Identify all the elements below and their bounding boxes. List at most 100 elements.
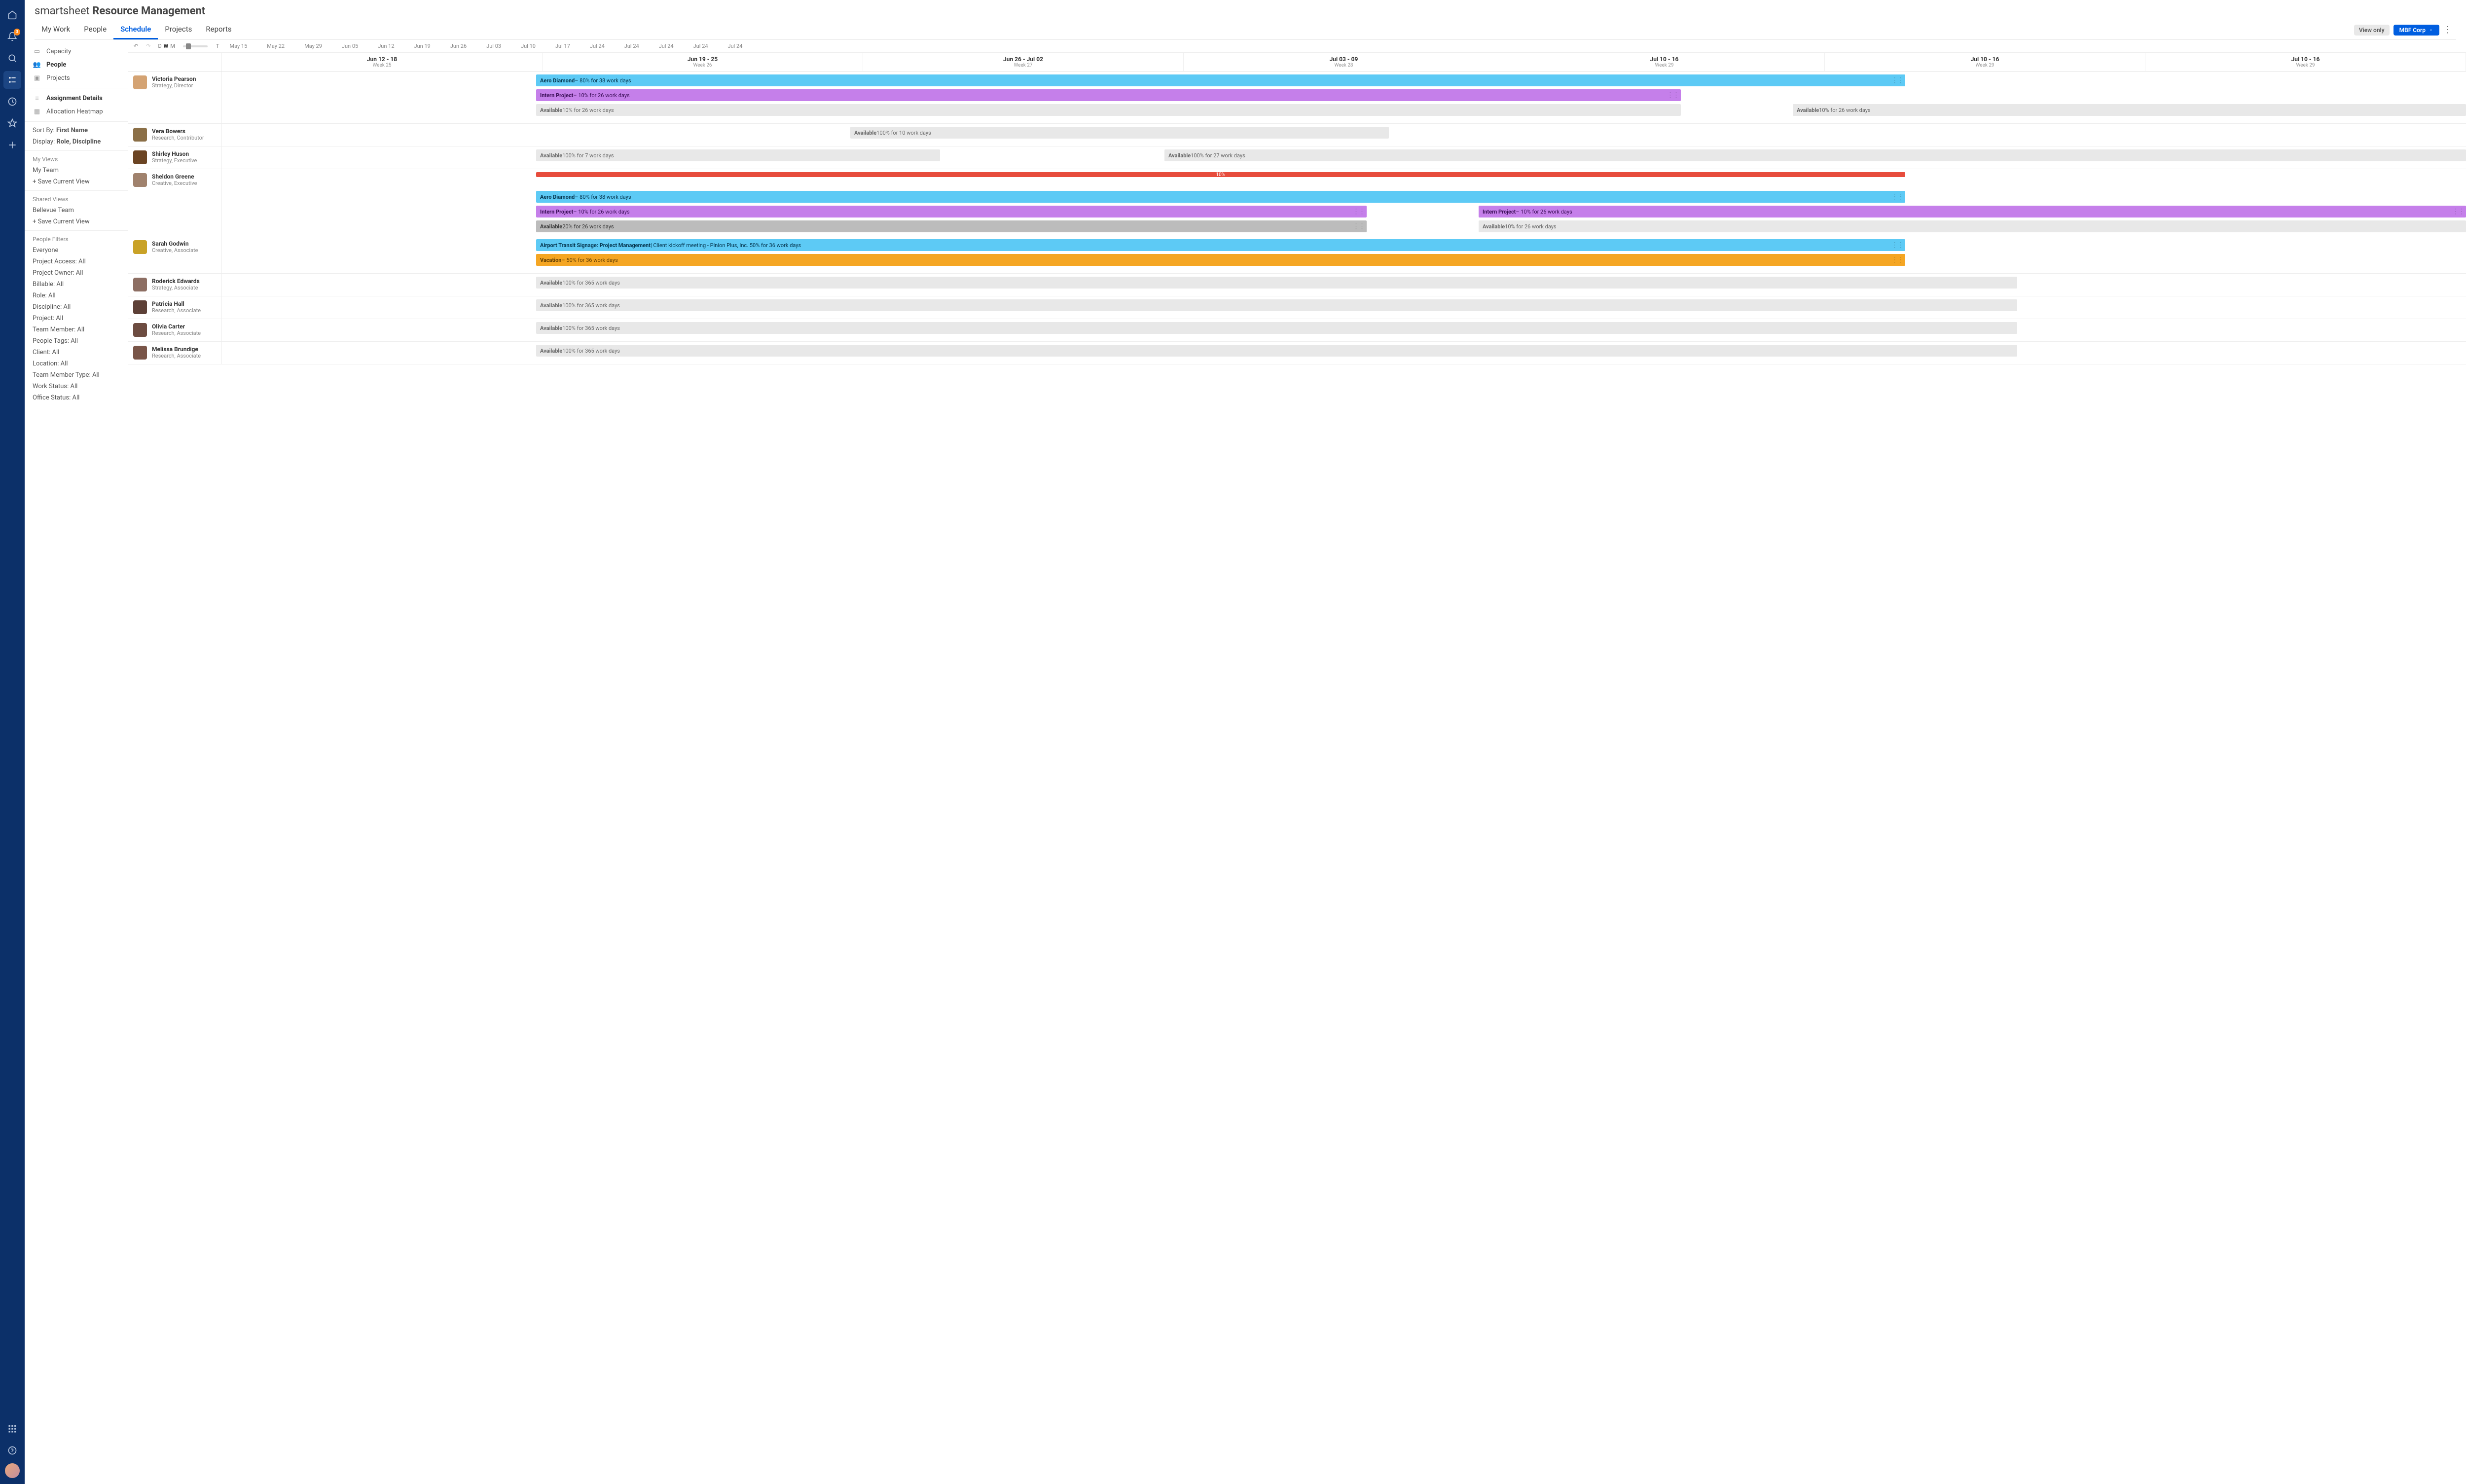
rail-home[interactable] <box>3 6 21 24</box>
week-column[interactable]: Jun 12 - 18Week 25 <box>222 53 543 71</box>
tab-people[interactable]: People <box>77 20 113 39</box>
rail-add[interactable] <box>3 136 21 154</box>
sidebar-assignment-details[interactable]: ≡Assignment Details <box>25 91 128 105</box>
bars-area: Available 100% for 365 work days <box>222 342 2466 364</box>
drag-handle-icon[interactable]: ⋮⋮ <box>1891 256 1903 264</box>
my-views-item[interactable]: My Team <box>25 165 128 176</box>
rail-recents[interactable] <box>3 93 21 110</box>
assignment-bar[interactable]: Available 10% for 26 work days <box>1793 104 2466 116</box>
person-info[interactable]: Victoria PearsonStrategy, Director <box>128 72 222 123</box>
tab-reports[interactable]: Reports <box>199 20 238 39</box>
zoom-D[interactable]: D <box>157 43 162 49</box>
assignment-bar[interactable]: Available 100% for 365 work days <box>536 322 2017 334</box>
week-column[interactable]: Jul 03 - 09Week 28 <box>1184 53 1504 71</box>
drag-handle-icon[interactable]: ⋮⋮ <box>1667 91 1679 99</box>
undo-button[interactable]: ↶ <box>132 43 140 49</box>
rail-resource-management[interactable] <box>3 71 21 89</box>
people-filter-item[interactable]: Project Owner: All <box>25 267 128 279</box>
people-filter-item[interactable]: Team Member Type: All <box>25 369 128 381</box>
rail-user-avatar[interactable] <box>5 1463 20 1478</box>
assignment-bar[interactable]: Vacation – 50% for 36 work days⋮⋮ <box>536 254 1905 266</box>
rail-favorites[interactable] <box>3 114 21 132</box>
assignment-bar[interactable]: Available 10% for 26 work days <box>536 104 1681 116</box>
sort-by[interactable]: Sort By: First Name <box>25 125 128 136</box>
people-filter-item[interactable]: Team Member: All <box>25 324 128 335</box>
assignment-bar[interactable]: Intern Project – 10% for 26 work days⋮⋮ <box>536 89 1681 101</box>
assignment-bar[interactable]: Available 100% for 365 work days <box>536 277 2017 289</box>
date-tick: Jul 24 <box>624 43 639 49</box>
sidebar-capacity[interactable]: ▭Capacity <box>25 45 128 58</box>
drag-handle-icon[interactable]: ⋮⋮ <box>2452 208 2464 216</box>
people-filter-item[interactable]: Everyone <box>25 245 128 256</box>
person-info[interactable]: Sarah GodwinCreative, Associate <box>128 236 222 273</box>
assignment-bar[interactable]: 10% <box>536 172 1905 177</box>
tab-projects[interactable]: Projects <box>158 20 199 39</box>
display-by[interactable]: Display: Role, Discipline <box>25 136 128 147</box>
people-filter-item[interactable]: Project Access: All <box>25 256 128 267</box>
tab-my-work[interactable]: My Work <box>35 20 77 39</box>
week-column[interactable]: Jul 10 - 16Week 29 <box>2145 53 2466 71</box>
assignment-bar[interactable]: Available 100% for 7 work days <box>536 149 940 161</box>
people-filter-item[interactable]: Location: All <box>25 358 128 369</box>
person-info[interactable]: Melissa BrundigeResearch, Associate <box>128 342 222 364</box>
drag-handle-icon[interactable]: ⋮⋮ <box>1891 76 1903 84</box>
assignment-bar[interactable]: Available 100% for 10 work days <box>850 127 1389 139</box>
assignment-bar[interactable]: Aero Diamond – 80% for 38 work days⋮⋮ <box>536 74 1905 86</box>
rail-help[interactable] <box>3 1442 21 1459</box>
assignment-bar[interactable]: Available 10% for 26 work days <box>1479 220 2466 232</box>
assignment-bar[interactable]: Airport Transit Signage: Project Managem… <box>536 239 1905 251</box>
week-column[interactable]: Jun 19 - 25Week 26 <box>543 53 863 71</box>
drag-handle-icon[interactable]: ⋮⋮ <box>1891 241 1903 249</box>
assignment-bar[interactable]: Available 100% for 27 work days <box>1164 149 2466 161</box>
people-filter-item[interactable]: Billable: All <box>25 279 128 290</box>
shared-views-item[interactable]: + Save Current View <box>25 216 128 227</box>
rail-search[interactable] <box>3 49 21 67</box>
person-row: Sheldon GreeneCreative, Executive 10% Aero… <box>128 169 2466 236</box>
zoom-slider[interactable] <box>183 45 208 47</box>
person-info[interactable]: Sheldon GreeneCreative, Executive <box>128 169 222 236</box>
people-filter-item[interactable]: Role: All <box>25 290 128 301</box>
my-views-item[interactable]: + Save Current View <box>25 176 128 187</box>
assignment-bar[interactable]: Available 100% for 365 work days <box>536 299 2017 311</box>
avatar <box>133 323 147 337</box>
more-menu[interactable]: ⋮ <box>2439 25 2456 35</box>
shared-views-item[interactable]: Bellevue Team <box>25 205 128 216</box>
drag-handle-icon[interactable]: ⋮⋮ <box>1353 222 1365 230</box>
drag-handle-icon[interactable]: ⋮⋮ <box>1353 208 1365 216</box>
person-info[interactable]: Olivia CarterResearch, Associate <box>128 319 222 341</box>
week-column[interactable]: Jul 10 - 16Week 29 <box>1504 53 1825 71</box>
people-filter-item[interactable]: Project: All <box>25 313 128 324</box>
assignment-bar[interactable]: Intern Project – 10% for 26 work days⋮⋮ <box>1479 206 2466 217</box>
week-column[interactable]: Jul 10 - 16Week 29 <box>1825 53 2145 71</box>
zoom-W[interactable]: W <box>163 43 170 49</box>
assignment-bar[interactable]: Available 100% for 365 work days <box>536 345 2017 357</box>
drag-handle-icon[interactable]: ⋮⋮ <box>1891 193 1903 201</box>
rail-apps[interactable] <box>3 1420 21 1438</box>
avatar <box>133 150 147 164</box>
week-column[interactable]: Jun 26 - Jul 02Week 27 <box>863 53 1184 71</box>
person-info[interactable]: Shirley HusonStrategy, Executive <box>128 146 222 169</box>
zoom-M[interactable]: M <box>169 43 176 49</box>
people-filter-item[interactable]: Office Status: All <box>25 392 128 403</box>
people-filter-item[interactable]: Work Status: All <box>25 381 128 392</box>
person-info[interactable]: Patricia HallResearch, Associate <box>128 296 222 319</box>
assignment-bar[interactable]: Available 20% for 26 work days⋮⋮ <box>536 220 1367 232</box>
people-filter-item[interactable]: People Tags: All <box>25 335 128 347</box>
assignment-bar[interactable]: Aero Diamond – 80% for 38 work days⋮⋮ <box>536 191 1905 203</box>
people-filter-item[interactable]: Client: All <box>25 347 128 358</box>
rail-notifications[interactable]: 3 <box>3 28 21 45</box>
sidebar-people[interactable]: 👥People <box>25 58 128 72</box>
person-info[interactable]: Vera BowersResearch, Contributor <box>128 124 222 146</box>
capacity-icon: ▭ <box>33 48 41 55</box>
person-info[interactable]: Roderick EdwardsStrategy, Associate <box>128 274 222 296</box>
sidebar-projects[interactable]: ▣Projects <box>25 72 128 85</box>
sidebar-allocation-heatmap[interactable]: ▦Allocation Heatmap <box>25 105 128 118</box>
org-selector[interactable]: MBF Corp <box>2393 25 2439 36</box>
tab-schedule[interactable]: Schedule <box>113 20 158 39</box>
date-tick: May 15 <box>229 43 247 49</box>
redo-button[interactable]: ↷ <box>145 43 152 49</box>
left-rail: 3 <box>0 0 25 1484</box>
today-button[interactable]: T <box>215 43 221 49</box>
assignment-bar[interactable]: Intern Project – 10% for 26 work days⋮⋮ <box>536 206 1367 217</box>
people-filter-item[interactable]: Discipline: All <box>25 301 128 313</box>
